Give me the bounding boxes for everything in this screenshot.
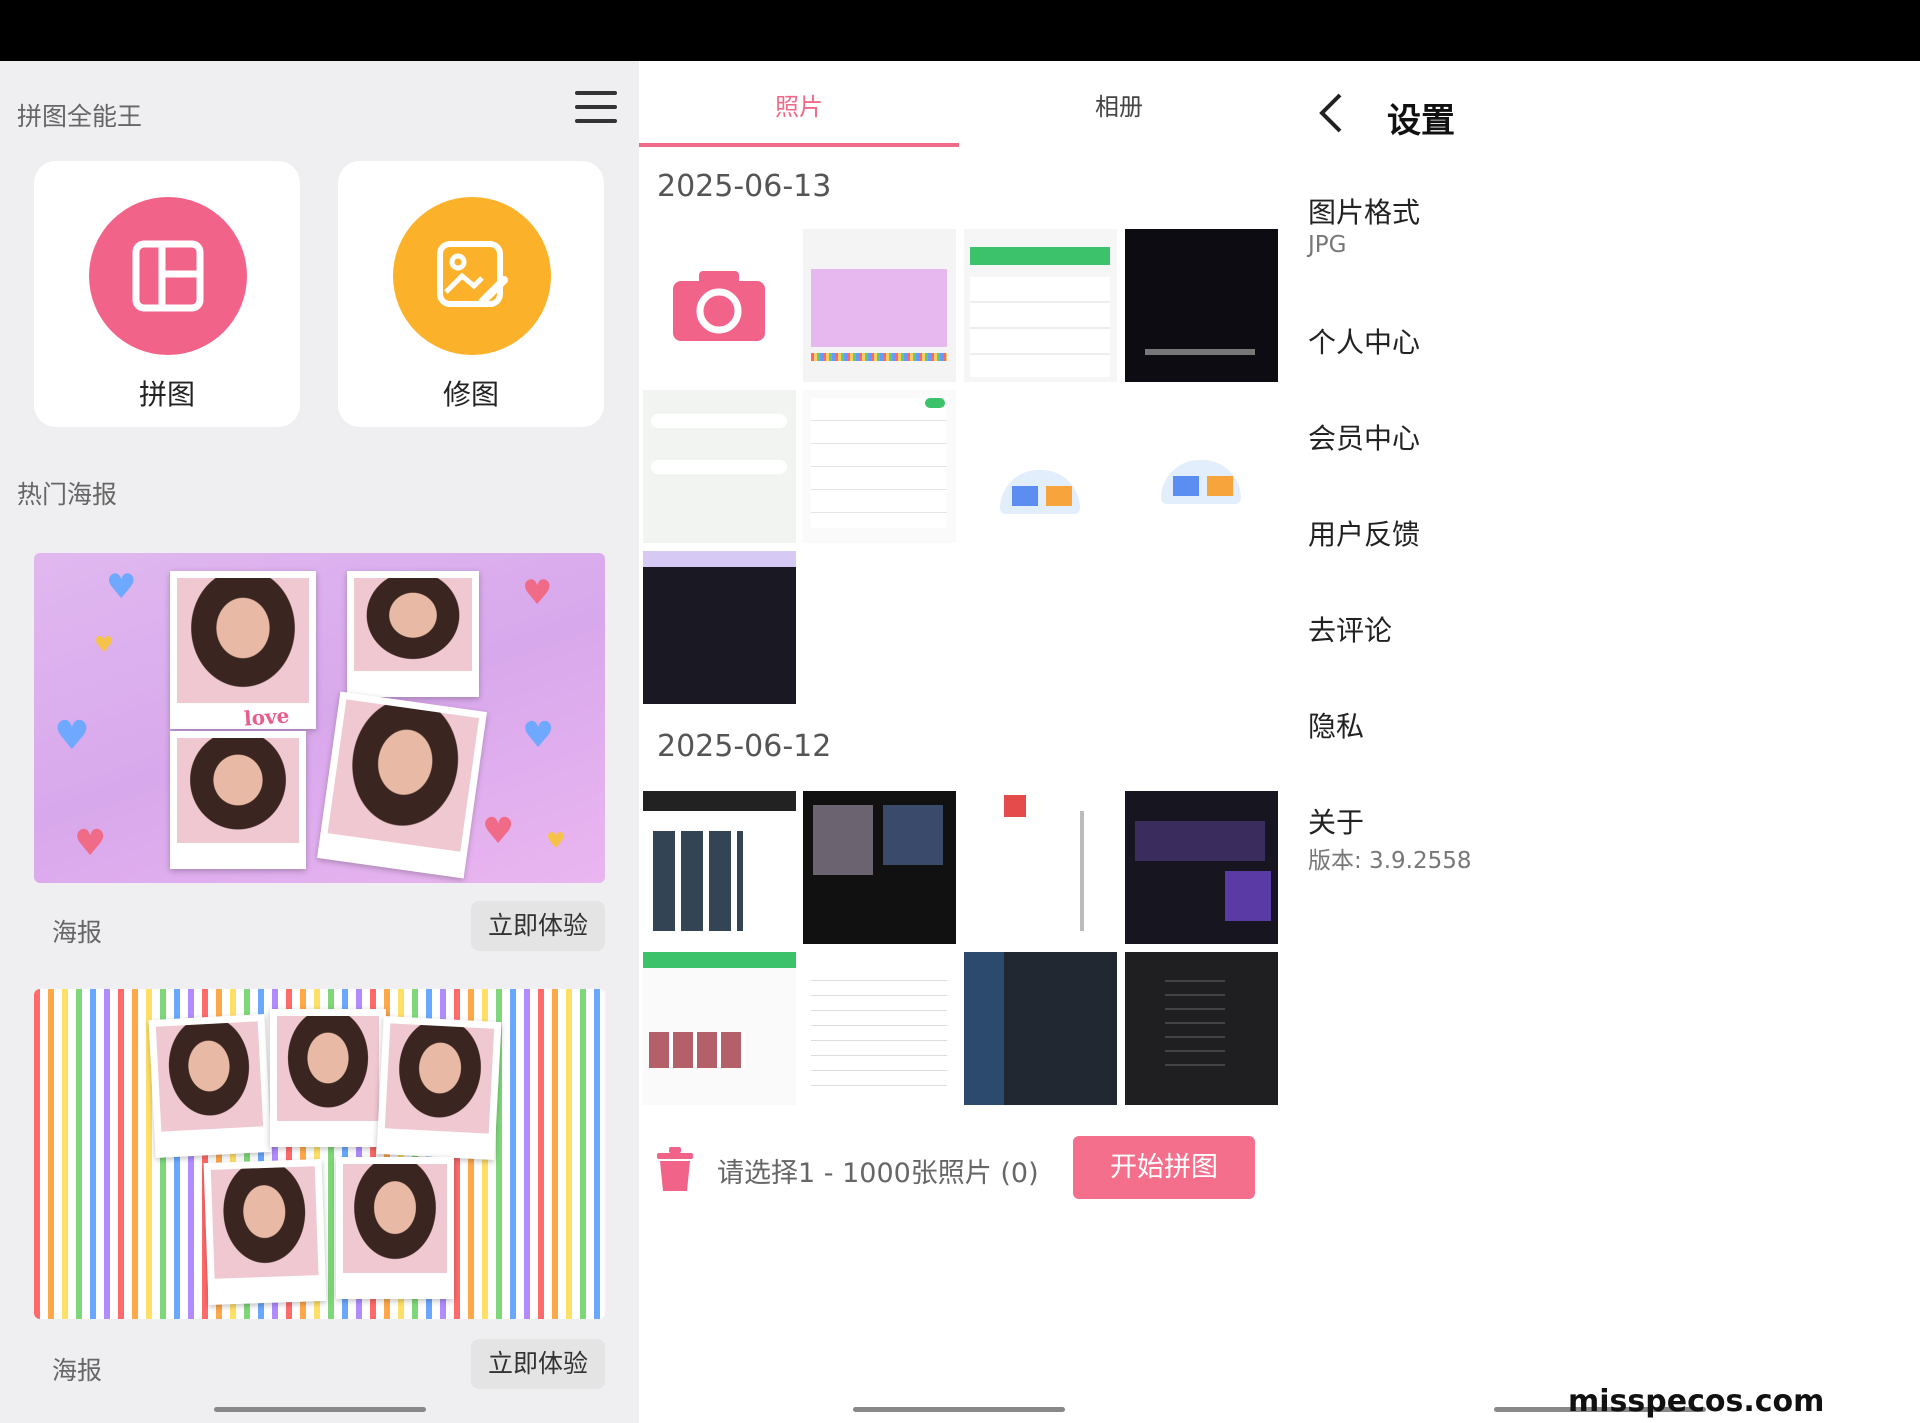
try-now-button[interactable]: 立即体验 — [471, 1339, 605, 1389]
photo-thumbnail[interactable] — [643, 551, 796, 704]
date-header: 2025-06-12 — [657, 729, 832, 764]
settings-item-profile[interactable]: 个人中心 — [1308, 321, 1420, 361]
app-title: 拼图全能王 — [17, 102, 143, 131]
watermark: misspecos.com — [1568, 1384, 1825, 1419]
collage-icon — [89, 197, 247, 355]
poster-photo — [203, 1158, 327, 1306]
home-indicator — [214, 1407, 426, 1412]
camera-icon — [673, 271, 765, 341]
photo-thumbnail[interactable] — [1125, 952, 1278, 1105]
poster-photo — [317, 691, 487, 879]
heart-icon: ♥ — [74, 823, 107, 864]
tab-albums[interactable]: 相册 — [959, 87, 1279, 122]
heart-icon: ♥ — [522, 715, 555, 756]
poster-photo — [336, 1157, 454, 1299]
menu-icon[interactable] — [575, 89, 617, 125]
heart-icon: ♥ — [54, 713, 90, 759]
camera-tile[interactable] — [643, 229, 796, 382]
app-version: 版本: 3.9.2558 — [1308, 848, 1472, 874]
page-title: 设置 — [1387, 101, 1455, 141]
status-bar — [0, 0, 1920, 61]
edit-tool-card[interactable]: 修图 — [338, 161, 604, 427]
heart-icon: ♥ — [546, 829, 566, 854]
poster-photo — [170, 571, 316, 729]
section-title: 热门海报 — [17, 480, 118, 509]
trash-icon[interactable] — [657, 1147, 693, 1191]
heart-icon: ♥ — [482, 811, 515, 852]
try-now-button[interactable]: 立即体验 — [471, 901, 605, 951]
poster-label: 海报 — [52, 918, 103, 947]
photo-thumbnail[interactable] — [803, 791, 956, 944]
settings-item-about[interactable]: 关于 — [1308, 801, 1364, 841]
photo-thumbnail[interactable] — [964, 229, 1117, 382]
poster-photo — [376, 1016, 502, 1160]
selection-count-text: 请选择1 - 1000张照片 (0) — [717, 1158, 1039, 1189]
settings-item-image-format[interactable]: 图片格式 — [1308, 191, 1420, 231]
tab-active-indicator — [639, 143, 959, 147]
heart-icon: ♥ — [106, 567, 137, 607]
photo-picker-panel: 照片 相册 2025-06-13 2025-06-12 请选择1 - 1000张… — [639, 61, 1280, 1423]
collage-tool-card[interactable]: 拼图 — [34, 161, 300, 427]
settings-value-image-format: JPG — [1308, 232, 1347, 258]
settings-item-review[interactable]: 去评论 — [1308, 609, 1392, 649]
settings-panel: 设置 图片格式 JPG 个人中心 会员中心 用户反馈 去评论 隐私 关于 版本:… — [1280, 61, 1920, 1423]
photo-thumbnail[interactable] — [964, 952, 1117, 1105]
photo-thumbnail[interactable] — [1125, 791, 1278, 944]
photo-thumbnail[interactable] — [643, 952, 796, 1105]
poster-photo — [148, 1014, 272, 1158]
photo-thumbnail[interactable] — [803, 390, 956, 543]
heart-icon: ♥ — [522, 573, 553, 613]
photo-thumbnail[interactable] — [1125, 390, 1278, 543]
photo-thumbnail[interactable] — [643, 390, 796, 543]
date-header: 2025-06-13 — [657, 169, 832, 204]
settings-item-feedback[interactable]: 用户反馈 — [1308, 513, 1420, 553]
poster-stripes[interactable] — [34, 989, 605, 1319]
heart-icon: ♥ — [94, 633, 114, 658]
start-collage-button[interactable]: 开始拼图 — [1073, 1136, 1255, 1199]
collage-label: 拼图 — [138, 378, 195, 411]
poster-caption: love — [243, 703, 291, 731]
edit-label: 修图 — [442, 378, 499, 411]
poster-photo — [270, 1009, 386, 1147]
selection-bar: 请选择1 - 1000张照片 (0) 开始拼图 — [639, 1121, 1280, 1211]
photo-thumbnail[interactable] — [964, 390, 1117, 543]
settings-item-membership[interactable]: 会员中心 — [1308, 417, 1420, 457]
settings-item-privacy[interactable]: 隐私 — [1308, 705, 1364, 745]
photo-thumbnail[interactable] — [643, 791, 796, 944]
edit-image-icon — [393, 197, 551, 355]
photo-thumbnail[interactable] — [1125, 229, 1278, 382]
poster-love[interactable]: love ♥ ♥ ♥ ♥ ♥ ♥ ♥ ♥ — [34, 553, 605, 883]
poster-label: 海报 — [52, 1356, 103, 1385]
back-arrow-icon[interactable] — [1316, 91, 1346, 135]
home-panel: 拼图全能王 拼图 修图 热门海报 love ♥ ♥ ♥ ♥ ♥ ♥ ♥ ♥ 海报… — [0, 61, 639, 1423]
poster-photo — [170, 731, 306, 869]
poster-photo — [347, 571, 479, 697]
tab-photos[interactable]: 照片 — [639, 87, 959, 122]
photo-thumbnail[interactable] — [803, 229, 956, 382]
home-indicator — [853, 1407, 1065, 1412]
photo-thumbnail[interactable] — [964, 791, 1117, 944]
photo-thumbnail[interactable] — [803, 952, 956, 1105]
